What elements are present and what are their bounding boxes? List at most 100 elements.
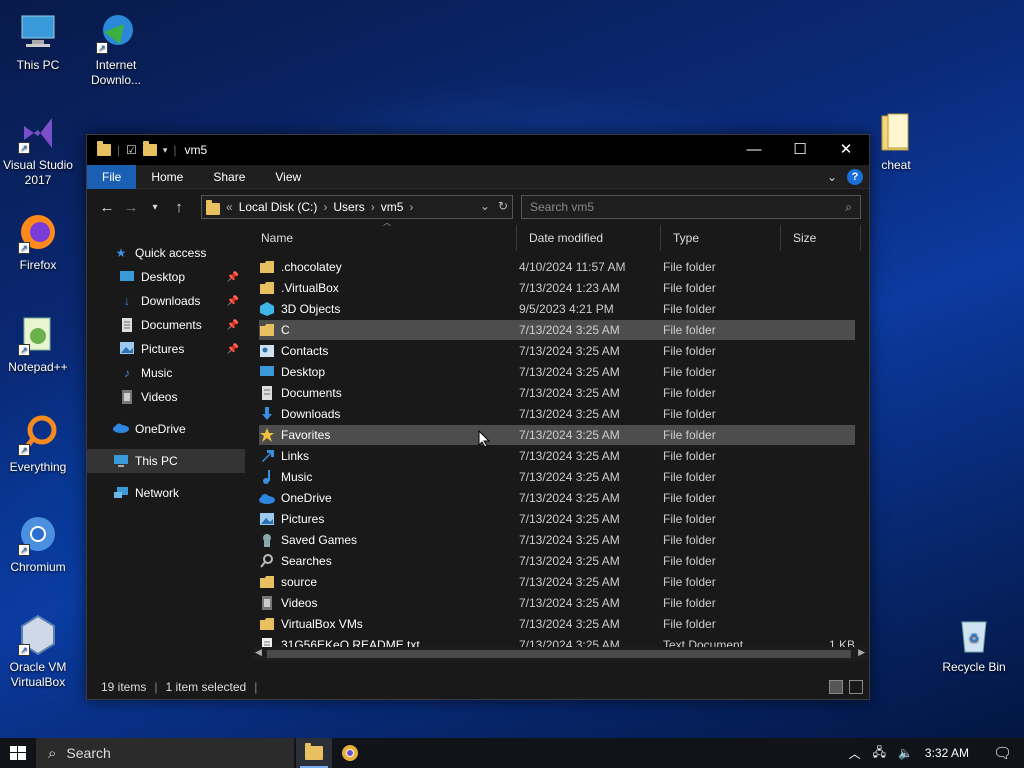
- table-row[interactable]: Downloads 7/13/2024 3:25 AM File folder: [259, 404, 855, 424]
- sidebar-item-pictures[interactable]: Pictures 📌: [87, 337, 245, 361]
- scroll-right-icon[interactable]: ▶: [858, 647, 865, 658]
- taskbar-file-explorer[interactable]: [296, 738, 332, 768]
- back-arrow-icon[interactable]: ←: [95, 199, 119, 216]
- desktop-icon-chromium[interactable]: ↗ Chromium: [0, 512, 76, 575]
- minimize-button[interactable]: —: [731, 135, 777, 165]
- film-icon: [119, 390, 135, 404]
- sidebar-item-downloads[interactable]: ↓ Downloads 📌: [87, 289, 245, 313]
- close-button[interactable]: ✕: [823, 135, 869, 165]
- tab-share[interactable]: Share: [198, 165, 260, 189]
- clock[interactable]: 3:32 AM: [925, 746, 969, 760]
- music-note-icon: [259, 470, 275, 484]
- taskbar-search[interactable]: ⌕ Search: [36, 738, 294, 768]
- breadcrumb-vm5[interactable]: vm5: [381, 200, 404, 214]
- breadcrumb-chevron-icon[interactable]: ›: [323, 200, 327, 214]
- desktop-icon-firefox[interactable]: ↗ Firefox: [0, 210, 76, 273]
- column-header-type[interactable]: Type: [661, 225, 781, 251]
- start-button[interactable]: [0, 738, 36, 768]
- table-row[interactable]: Pictures 7/13/2024 3:25 AM File folder: [259, 509, 855, 529]
- pin-icon[interactable]: 📌: [227, 296, 239, 307]
- desktop-icon-recycle-bin[interactable]: ♻ Recycle Bin: [936, 612, 1012, 675]
- maximize-button[interactable]: ☐: [777, 135, 823, 165]
- table-row[interactable]: C 7/13/2024 3:25 AM File folder: [259, 320, 855, 340]
- forward-arrow-icon[interactable]: →: [119, 199, 143, 216]
- address-overflow[interactable]: «: [226, 200, 233, 214]
- details-view-icon[interactable]: [829, 680, 843, 694]
- table-row[interactable]: 3D Objects 9/5/2023 4:21 PM File folder: [259, 299, 855, 319]
- ribbon-tabs: File Home Share View ⌄ ?: [87, 164, 869, 189]
- sidebar-item-quick-access[interactable]: ★ Quick access: [87, 241, 245, 265]
- horizontal-scrollbar[interactable]: ◀ ▶: [253, 647, 867, 661]
- recent-locations-chevron-icon[interactable]: ▾: [143, 202, 167, 213]
- column-header-size[interactable]: Size: [781, 225, 861, 251]
- notifications-icon[interactable]: 🗨: [993, 744, 1012, 762]
- sidebar-item-this-pc[interactable]: This PC: [87, 449, 245, 473]
- desktop-icon-virtualbox[interactable]: ↗ Oracle VM VirtualBox: [0, 612, 76, 690]
- sidebar-item-desktop[interactable]: Desktop 📌: [87, 265, 245, 289]
- table-row[interactable]: OneDrive 7/13/2024 3:25 AM File folder: [259, 488, 855, 508]
- table-row[interactable]: Music 7/13/2024 3:25 AM File folder: [259, 467, 855, 487]
- table-row[interactable]: source 7/13/2024 3:25 AM File folder: [259, 572, 855, 592]
- desktop-icon-notepad-plus-plus[interactable]: ↗ Notepad++: [0, 312, 76, 375]
- address-bar[interactable]: « Local Disk (C:) › Users › vm5 › ⌄ ↻: [201, 195, 513, 219]
- address-dropdown-chevron-icon[interactable]: ⌄: [480, 199, 490, 213]
- file-explorer-window[interactable]: | ☑ ▾ | vm5 — ☐ ✕ File Home Share View ⌄…: [86, 134, 870, 700]
- chevron-down-icon[interactable]: ▾: [163, 145, 168, 156]
- table-row[interactable]: Saved Games 7/13/2024 3:25 AM File folder: [259, 530, 855, 550]
- folder-icon: [259, 260, 275, 274]
- search-icon[interactable]: ⌕: [845, 196, 852, 218]
- scrollbar-thumb[interactable]: [267, 650, 851, 658]
- pin-icon[interactable]: 📌: [227, 344, 239, 355]
- desktop-icon-this-pc[interactable]: This PC: [0, 10, 76, 73]
- table-row[interactable]: Videos 7/13/2024 3:25 AM File folder: [259, 593, 855, 613]
- new-folder-icon[interactable]: [142, 141, 157, 156]
- table-row[interactable]: Searches 7/13/2024 3:25 AM File folder: [259, 551, 855, 571]
- table-row[interactable]: Links 7/13/2024 3:25 AM File folder: [259, 446, 855, 466]
- table-row[interactable]: VirtualBox VMs 7/13/2024 3:25 AM File fold…: [259, 614, 855, 634]
- pin-icon[interactable]: 📌: [227, 320, 239, 331]
- file-name-cell: Contacts: [259, 344, 519, 358]
- magnifier-icon: ↗: [16, 412, 60, 456]
- search-input[interactable]: Search vm5 ⌕: [521, 195, 861, 219]
- pin-icon[interactable]: 📌: [227, 272, 239, 283]
- expand-ribbon-chevron-icon[interactable]: ⌄: [827, 170, 837, 184]
- large-icons-view-icon[interactable]: [849, 680, 863, 694]
- breadcrumb-local-disk[interactable]: Local Disk (C:): [239, 200, 318, 214]
- sidebar-item-network[interactable]: Network: [87, 481, 245, 505]
- table-row[interactable]: Desktop 7/13/2024 3:25 AM File folder: [259, 362, 855, 382]
- tab-view[interactable]: View: [260, 165, 316, 189]
- file-date: 4/10/2024 11:57 AM: [519, 260, 626, 274]
- desktop-icon-internet-download[interactable]: ↗ Internet Downlo...: [78, 10, 154, 88]
- sidebar-item-documents[interactable]: Documents 📌: [87, 313, 245, 337]
- scroll-left-icon[interactable]: ◀: [255, 647, 262, 658]
- table-row[interactable]: .chocolatey 4/10/2024 11:57 AM File folder: [259, 257, 855, 277]
- refresh-icon[interactable]: ↻: [498, 199, 508, 213]
- up-arrow-icon[interactable]: ↑: [167, 199, 191, 216]
- properties-icon[interactable]: ☑: [126, 143, 137, 157]
- sidebar-item-videos[interactable]: Videos: [87, 385, 245, 409]
- column-header-name[interactable]: Name: [249, 225, 517, 251]
- tab-home[interactable]: Home: [136, 165, 198, 189]
- volume-muted-icon[interactable]: 🔈: [898, 746, 913, 760]
- table-row[interactable]: Documents 7/13/2024 3:25 AM File folder: [259, 383, 855, 403]
- folder-icon: [874, 110, 918, 154]
- sidebar-item-music[interactable]: ♪ Music: [87, 361, 245, 385]
- sidebar-item-onedrive[interactable]: OneDrive: [87, 417, 245, 441]
- table-row[interactable]: Contacts 7/13/2024 3:25 AM File folder: [259, 341, 855, 361]
- taskbar-chromium[interactable]: [332, 738, 368, 768]
- network-status-icon[interactable]: 🖧: [873, 743, 886, 764]
- title-bar[interactable]: | ☑ ▾ | vm5 — ☐ ✕: [87, 135, 869, 165]
- file-date: 7/13/2024 3:25 AM: [519, 386, 620, 400]
- table-row[interactable]: .VirtualBox 7/13/2024 1:23 AM File folder: [259, 278, 855, 298]
- breadcrumb-chevron-icon[interactable]: ›: [371, 200, 375, 214]
- breadcrumb-chevron-icon[interactable]: ›: [409, 200, 413, 214]
- help-icon[interactable]: ?: [847, 169, 863, 185]
- breadcrumb-users[interactable]: Users: [333, 200, 364, 214]
- show-hidden-icons-chevron-icon[interactable]: ︿: [849, 745, 861, 762]
- column-header-date-modified[interactable]: Date modified: [517, 225, 661, 251]
- tab-file[interactable]: File: [87, 164, 137, 189]
- table-row[interactable]: Favorites 7/13/2024 3:25 AM File folder: [259, 425, 855, 445]
- file-list[interactable]: Name Date modified Type Size ︿ .chocolat…: [249, 218, 869, 673]
- desktop-icon-everything[interactable]: ↗ Everything: [0, 412, 76, 475]
- desktop-icon-visual-studio[interactable]: ↗ Visual Studio 2017: [0, 110, 76, 188]
